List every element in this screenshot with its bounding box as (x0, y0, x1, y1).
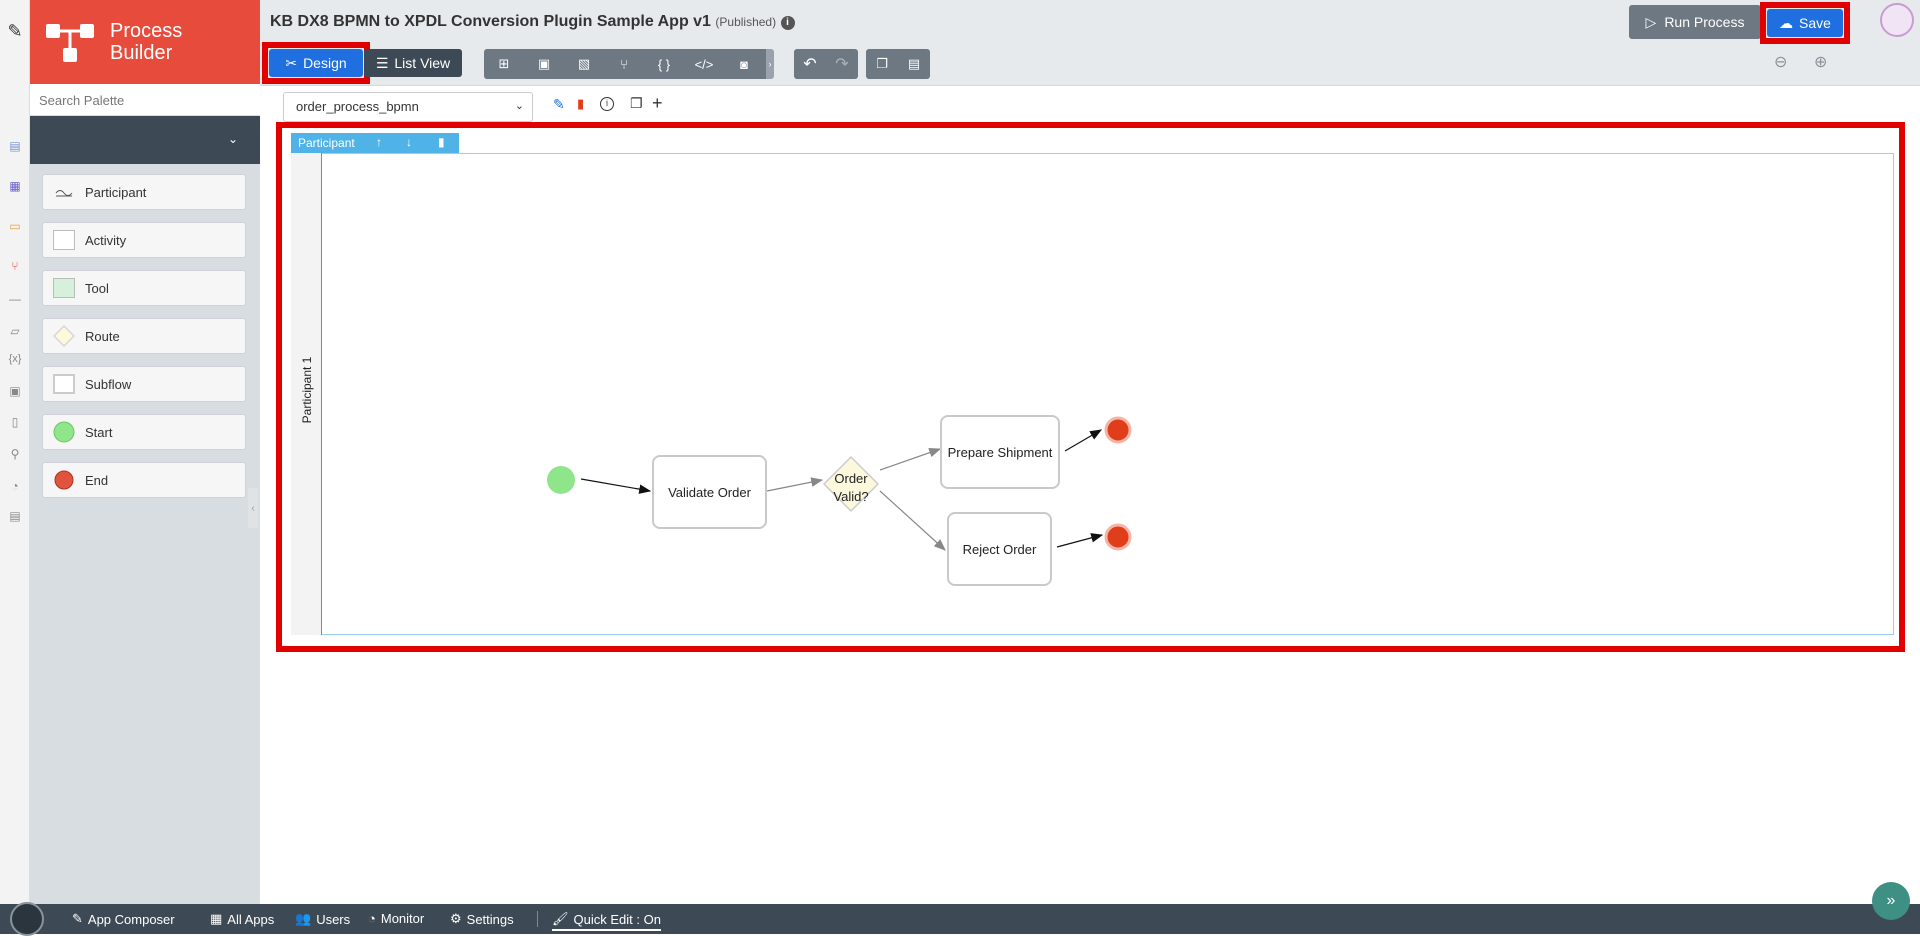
brush-icon: 🖌 (552, 911, 569, 926)
end-event[interactable] (1104, 523, 1132, 551)
gauge-icon: ◔ (368, 911, 376, 926)
app-composer-link[interactable]: ✎ App Composer (72, 911, 175, 927)
end-event[interactable] (1104, 416, 1132, 444)
grid-icon: ▦ (210, 911, 223, 926)
monitor-link[interactable]: ◔ Monitor (368, 911, 424, 926)
edit-icon: ✎ (72, 911, 83, 926)
bottom-bar: ✎ App Composer ▦ All Apps 👥 Users ◔ Monitor … (0, 902, 1920, 936)
gear-icon: ⚙ (450, 911, 462, 926)
divider (537, 911, 538, 927)
start-event[interactable] (546, 465, 576, 495)
joget-logo[interactable] (10, 902, 44, 936)
activity-prepare-shipment[interactable]: Prepare Shipment (940, 415, 1060, 489)
activity-reject-order[interactable]: Reject Order (947, 512, 1052, 586)
all-apps-link[interactable]: ▦ All Apps (210, 911, 274, 927)
route-label: Order Valid? (833, 471, 869, 504)
activity-validate-order[interactable]: Validate Order (652, 455, 767, 529)
expand-panel-button[interactable]: » (1872, 882, 1910, 920)
users-link[interactable]: 👥 Users (295, 911, 350, 927)
settings-link[interactable]: ⚙ Settings (450, 911, 514, 927)
users-icon: 👥 (295, 911, 312, 926)
quick-edit-toggle[interactable]: 🖌 Quick Edit : On (552, 911, 661, 931)
